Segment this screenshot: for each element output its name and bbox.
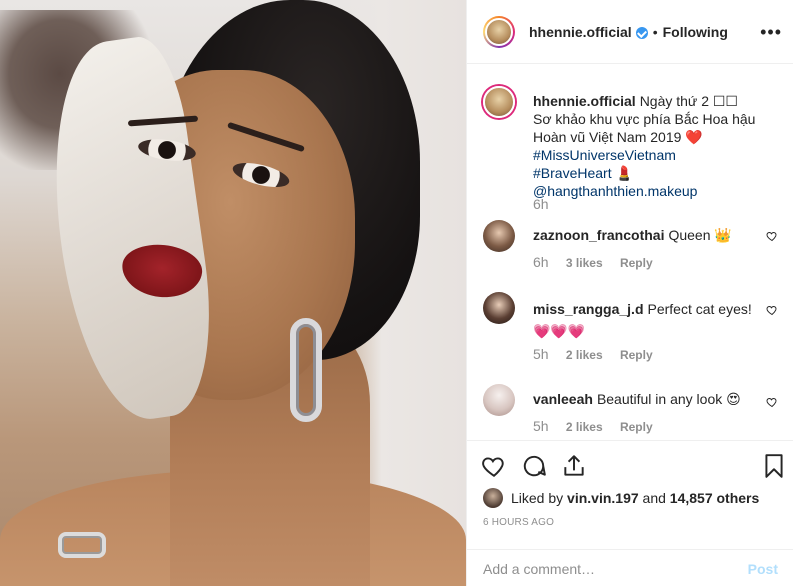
comment-time[interactable]: 6h xyxy=(533,254,549,270)
liked-by-prefix: Liked by xyxy=(511,490,564,506)
reply-button[interactable]: Reply xyxy=(620,420,653,434)
post-side-panel: hhennie.official • Following ••• hhennie… xyxy=(466,0,793,586)
caption-username[interactable]: hhennie.official xyxy=(533,93,636,109)
post-actions: Liked by vin.vin.197 and 14,857 others 6… xyxy=(467,440,793,580)
commenter-avatar[interactable] xyxy=(483,220,515,252)
bookmark-icon[interactable] xyxy=(761,453,787,479)
post-timestamp[interactable]: 6 HOURS AGO xyxy=(483,517,554,528)
author-username[interactable]: hhennie.official xyxy=(529,24,632,40)
comment-time[interactable]: 5h xyxy=(533,418,549,434)
comment-username[interactable]: vanleeah xyxy=(533,391,593,407)
comment-body: Beautiful in any look 😍 xyxy=(596,391,741,407)
author-avatar[interactable] xyxy=(483,15,515,48)
comment-username[interactable]: zaznoon_francothai xyxy=(533,227,664,243)
liked-by-user[interactable]: vin.vin.197 xyxy=(567,490,639,506)
like-comment-heart-icon[interactable] xyxy=(766,230,778,242)
following-button[interactable]: Following xyxy=(663,24,728,40)
commenter-avatar[interactable] xyxy=(483,292,515,324)
comment-likes[interactable]: 2 likes xyxy=(566,420,603,434)
verified-badge-icon xyxy=(635,26,648,39)
comment-username[interactable]: miss_rangga_j.d xyxy=(533,301,644,317)
caption-text: hhennie.official Ngày thứ 2 ☐☐ Sơ khảo kh… xyxy=(533,92,758,200)
comment-text: miss_rangga_j.d Perfect cat eyes! 💗💗💗 xyxy=(533,298,758,342)
comment-body: Queen 👑 xyxy=(668,227,732,243)
liked-by-and: and xyxy=(642,490,666,506)
caption-meta: 6h xyxy=(533,196,563,212)
reply-button[interactable]: Reply xyxy=(620,256,653,270)
photo-ring xyxy=(58,532,106,558)
like-comment-heart-icon[interactable] xyxy=(766,396,778,408)
add-comment-bar: Post xyxy=(467,549,793,586)
heart-icon[interactable] xyxy=(481,453,507,479)
comment-likes[interactable]: 2 likes xyxy=(566,348,603,362)
post-photo[interactable] xyxy=(0,0,466,586)
comment-likes[interactable]: 3 likes xyxy=(566,256,603,270)
comment-item: zaznoon_francothai Queen 👑 6h 3 likes Rep… xyxy=(483,220,778,276)
commenter-avatar[interactable] xyxy=(483,384,515,416)
reply-button[interactable]: Reply xyxy=(620,348,653,362)
caption-avatar[interactable] xyxy=(483,86,515,118)
more-options-icon[interactable]: ••• xyxy=(760,22,782,43)
comment-item: vanleeah Beautiful in any look 😍 5h 2 lik… xyxy=(483,384,778,440)
comment-text: vanleeah Beautiful in any look 😍 xyxy=(533,390,758,408)
liker-avatar[interactable] xyxy=(483,488,503,508)
share-icon[interactable] xyxy=(561,453,587,479)
post-comment-button[interactable]: Post xyxy=(748,561,778,577)
comment-meta: 6h 3 likes Reply xyxy=(533,254,667,270)
caption: hhennie.official Ngày thứ 2 ☐☐ Sơ khảo kh… xyxy=(483,86,778,236)
liked-by-others[interactable]: 14,857 others xyxy=(670,490,760,506)
comment-meta: 5h 2 likes Reply xyxy=(533,418,667,434)
separator-dot: • xyxy=(652,23,658,40)
add-comment-input[interactable] xyxy=(483,560,748,577)
like-comment-heart-icon[interactable] xyxy=(766,304,778,316)
comment-time[interactable]: 5h xyxy=(533,346,549,362)
post-header: hhennie.official • Following ••• xyxy=(467,0,793,64)
comment-item: miss_rangga_j.d Perfect cat eyes! 💗💗💗 5h … xyxy=(483,292,778,368)
comments-list[interactable]: hhennie.official Ngày thứ 2 ☐☐ Sơ khảo kh… xyxy=(467,64,793,440)
comment-text: zaznoon_francothai Queen 👑 xyxy=(533,226,758,244)
comment-meta: 5h 2 likes Reply xyxy=(533,346,667,362)
caption-hashtags[interactable]: #MissUniverseVietnam #BraveHeart 💄 xyxy=(533,147,676,181)
likes-summary: Liked by vin.vin.197 and 14,857 others xyxy=(483,486,759,510)
caption-time[interactable]: 6h xyxy=(533,196,549,212)
photo-earring xyxy=(290,318,322,422)
comment-icon[interactable] xyxy=(521,453,547,479)
